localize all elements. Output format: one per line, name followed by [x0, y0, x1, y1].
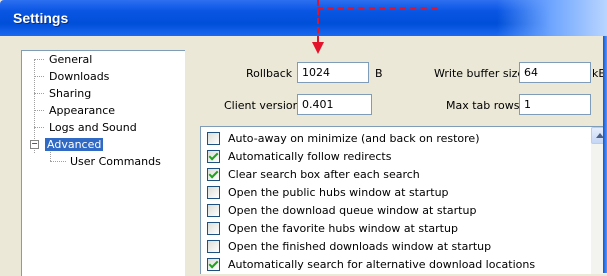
- tree-item-general[interactable]: General: [47, 52, 94, 67]
- check-icon: [208, 168, 219, 179]
- tree-branch: [34, 59, 44, 60]
- tree-branch: [34, 110, 44, 111]
- window-title: Settings: [13, 10, 69, 26]
- tree-item-user-commands[interactable]: User Commands: [68, 154, 163, 169]
- tree-item-label: Advanced: [45, 138, 104, 151]
- annotation-line-horizontal: [317, 7, 437, 9]
- write-buffer-label: Write buffer size: [434, 67, 525, 80]
- client-version-field[interactable]: 0.401: [297, 94, 372, 115]
- check-icon: [208, 150, 219, 161]
- tree-branch: [50, 161, 66, 162]
- checkbox-checked[interactable]: [207, 150, 220, 163]
- annotation-arrow-icon: [312, 42, 324, 54]
- option-label: Open the public hubs window at startup: [228, 186, 449, 199]
- tree-item-logs-and-sound[interactable]: Logs and Sound: [47, 120, 139, 135]
- option-label: Automatically search for alternative dow…: [228, 258, 536, 271]
- check-icon: [208, 258, 219, 269]
- tree-item-label: General: [49, 53, 93, 66]
- advanced-options-list[interactable]: Auto-away on minimize (and back on resto…: [200, 126, 607, 274]
- write-buffer-field[interactable]: 64: [519, 62, 591, 83]
- tree-item-label: Downloads: [49, 70, 110, 83]
- rollback-field[interactable]: 1024: [297, 62, 369, 83]
- checkbox-checked[interactable]: [207, 258, 220, 271]
- annotation-line-vertical: [317, 0, 321, 42]
- settings-tree[interactable]: General Downloads Sharing Appearance Log…: [21, 50, 185, 276]
- tree-item-label: Appearance: [49, 104, 116, 117]
- tree-guide-line: [50, 152, 51, 161]
- collapse-icon[interactable]: −: [30, 140, 39, 149]
- tree-item-label: Sharing: [49, 87, 92, 100]
- tree-item-sharing[interactable]: Sharing: [47, 86, 93, 101]
- checkbox-checked[interactable]: [207, 168, 220, 181]
- tree-branch: [34, 127, 44, 128]
- checkbox-unchecked[interactable]: [207, 240, 220, 253]
- option-label: Auto-away on minimize (and back on resto…: [228, 132, 480, 145]
- rollback-unit: B: [375, 67, 383, 80]
- tree-item-appearance[interactable]: Appearance: [47, 103, 117, 118]
- rollback-label: Rollback: [246, 67, 293, 80]
- checkbox-unchecked[interactable]: [207, 204, 220, 217]
- tree-item-advanced[interactable]: Advanced: [45, 137, 104, 152]
- window-frame-right: [603, 36, 607, 273]
- client-version-label: Client version: [224, 99, 300, 112]
- titlebar-gradient: [497, 0, 607, 36]
- checkbox-unchecked[interactable]: [207, 186, 220, 199]
- tree-item-label: Logs and Sound: [49, 121, 137, 134]
- option-label: Open the favorite hubs window at startup: [228, 222, 458, 235]
- tree-branch: [34, 93, 44, 94]
- tree-item-label: User Commands: [70, 155, 161, 168]
- window-titlebar[interactable]: Settings: [0, 0, 607, 36]
- option-label: Open the download queue window at startu…: [228, 204, 477, 217]
- option-label: Clear search box after each search: [228, 168, 420, 181]
- checkbox-unchecked[interactable]: [207, 222, 220, 235]
- max-tab-rows-label: Max tab rows: [446, 99, 520, 112]
- option-label: Open the finished downloads window at st…: [228, 240, 492, 253]
- max-tab-rows-field[interactable]: 1: [519, 94, 591, 115]
- tree-item-downloads[interactable]: Downloads: [47, 69, 111, 84]
- checkbox-unchecked[interactable]: [207, 132, 220, 145]
- option-label: Automatically follow redirects: [228, 150, 392, 163]
- tree-branch: [34, 76, 44, 77]
